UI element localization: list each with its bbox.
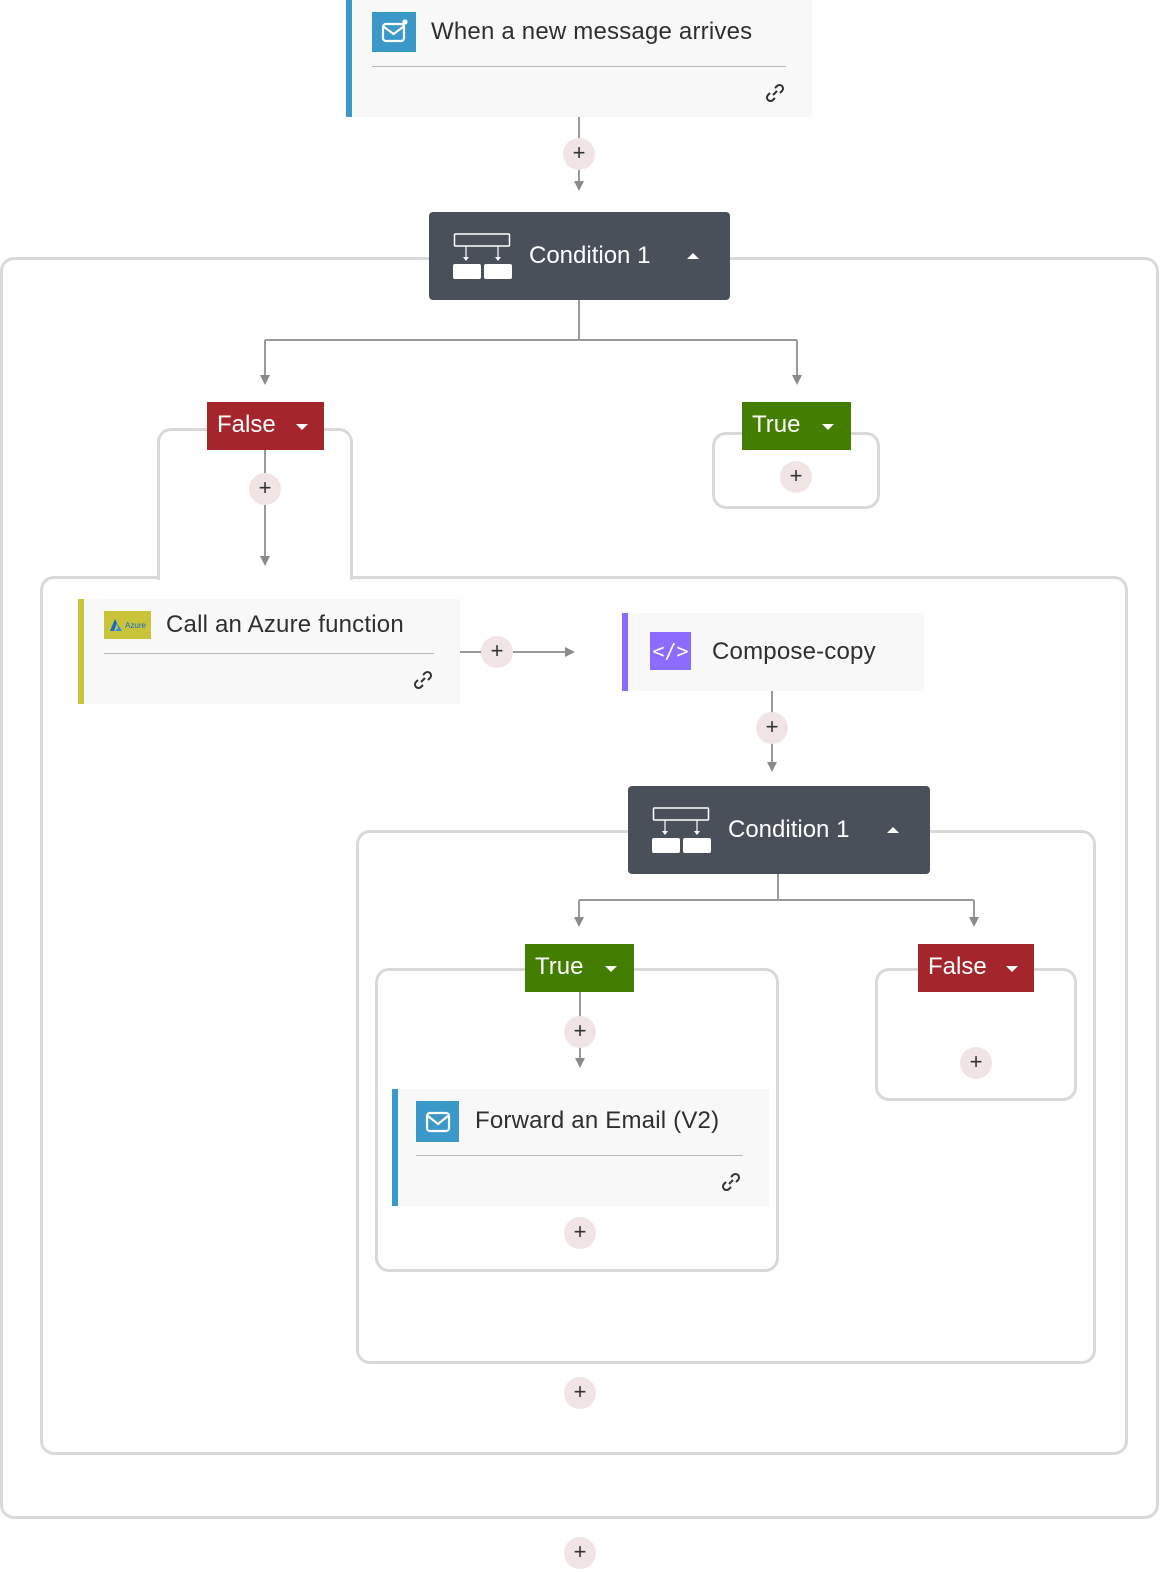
branch-tag-false-label: False [217, 411, 276, 438]
link-icon[interactable] [412, 669, 434, 691]
add-step-button[interactable]: + [564, 1217, 596, 1249]
condition-inner-title: Condition 1 [728, 816, 850, 843]
trigger-title: When a new message arrives [431, 18, 753, 45]
azure-divider [104, 653, 434, 654]
mail-icon [416, 1101, 459, 1142]
link-icon[interactable] [720, 1171, 742, 1193]
condition-inner-header[interactable]: Condition 1 [628, 786, 930, 874]
dropdown-caret-icon [1006, 966, 1018, 972]
false-branch-neck-frame [157, 428, 353, 580]
add-step-button[interactable]: + [780, 461, 812, 493]
neck-mask [160, 570, 350, 582]
branch-tag-true-label: True [752, 411, 801, 438]
add-step-button[interactable]: + [564, 1377, 596, 1409]
branch-tag-false[interactable]: False [918, 944, 1034, 992]
mail-icon [372, 12, 416, 52]
dropdown-caret-icon [296, 424, 308, 430]
code-icon: </> [650, 632, 691, 670]
condition-branch-icon [453, 233, 512, 279]
trigger-card[interactable]: When a new message arrives [346, 0, 812, 117]
azure-icon: Azure [104, 611, 151, 639]
forward-divider [416, 1155, 743, 1156]
azure-function-card[interactable]: Azure Call an Azure function [78, 599, 460, 704]
forward-email-title: Forward an Email (V2) [475, 1107, 720, 1134]
dropdown-caret-icon [605, 966, 617, 972]
compose-accent-bar [622, 613, 628, 691]
condition-outer-header[interactable]: Condition 1 [429, 212, 730, 300]
add-step-button[interactable]: + [564, 1537, 596, 1569]
compose-title: Compose-copy [712, 638, 876, 665]
dropdown-caret-icon [822, 424, 834, 430]
add-step-button[interactable]: + [249, 473, 281, 505]
trigger-divider [372, 66, 786, 67]
link-icon[interactable] [764, 82, 786, 104]
compose-card[interactable]: </> Compose-copy [622, 613, 924, 691]
azure-accent-bar [78, 599, 84, 704]
branch-tag-true-label: True [535, 953, 584, 980]
add-step-button[interactable]: + [563, 138, 595, 170]
add-step-button[interactable]: + [756, 712, 788, 744]
branch-tag-false[interactable]: False [207, 402, 324, 450]
collapse-caret-icon[interactable] [887, 827, 899, 833]
collapse-caret-icon[interactable] [687, 253, 699, 259]
azure-icon-label: Azure [125, 620, 146, 630]
branch-tag-false-label: False [928, 953, 987, 980]
forward-accent-bar [392, 1089, 398, 1206]
condition-outer-title: Condition 1 [529, 242, 651, 269]
add-step-button[interactable]: + [960, 1047, 992, 1079]
condition-branch-icon [652, 807, 711, 853]
add-step-button[interactable]: + [564, 1016, 596, 1048]
code-icon-glyph: </> [652, 639, 689, 663]
add-step-button[interactable]: + [481, 636, 513, 668]
branch-tag-true[interactable]: True [742, 402, 851, 450]
branch-tag-true[interactable]: True [525, 944, 634, 992]
forward-email-card[interactable]: Forward an Email (V2) [392, 1089, 769, 1206]
trigger-accent-bar [346, 0, 352, 117]
azure-function-title: Call an Azure function [166, 611, 404, 638]
